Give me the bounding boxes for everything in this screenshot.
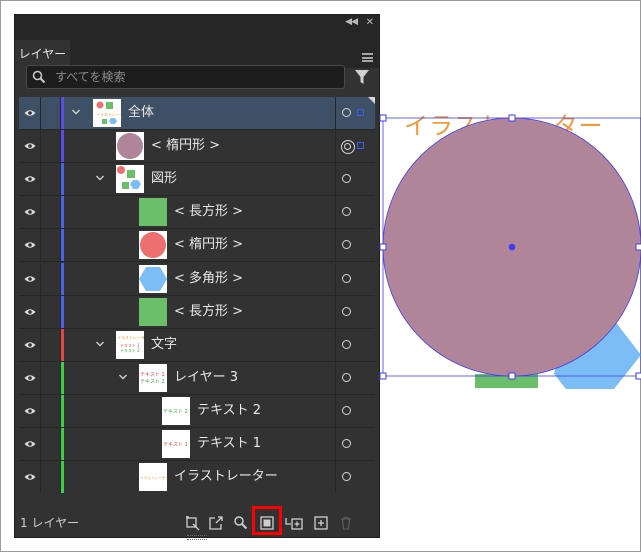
artboard-canvas xyxy=(379,114,641,389)
